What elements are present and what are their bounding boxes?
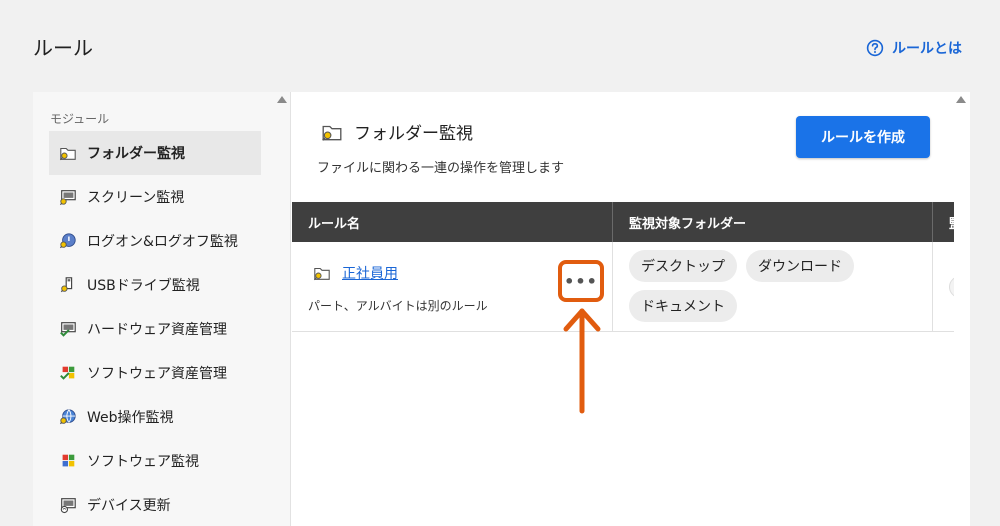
device-update-icon xyxy=(60,498,76,514)
sidebar-item-software-assets[interactable]: ソフトウェア資産管理 xyxy=(49,351,261,395)
sidebar-item-software-monitoring[interactable]: ソフトウェア監視 xyxy=(49,439,261,483)
usb-search-icon xyxy=(60,277,73,293)
main-panel: フォルダー監視 ファイルに関わる一連の操作を管理します ルールを作成 ルール名 … xyxy=(292,92,970,526)
help-circle-icon xyxy=(866,39,884,57)
web-search-icon xyxy=(59,409,76,425)
module-sidebar: モジュール フォルダー監視 スクリーン監視 ログオン&ログオフ監視 USBドライ… xyxy=(33,92,291,526)
module-list: フォルダー監視 スクリーン監視 ログオン&ログオフ監視 USBドライブ監視 ハー… xyxy=(49,131,261,526)
help-link[interactable]: ルールとは xyxy=(866,38,962,58)
annotation-arrow-icon xyxy=(563,308,601,414)
page-title: ルール xyxy=(33,36,93,60)
table-header: ルール名 監視対象フォルダー 監 xyxy=(292,202,954,242)
sidebar-item-label: USBドライブ監視 xyxy=(87,278,200,294)
sidebar-item-logon-monitoring[interactable]: ログオン&ログオフ監視 xyxy=(49,219,261,263)
section-header: フォルダー監視 xyxy=(320,119,473,144)
sidebar-item-screen-monitoring[interactable]: スクリーン監視 xyxy=(49,175,261,219)
sidebar-item-hardware-assets[interactable]: ハードウェア資産管理 xyxy=(49,307,261,351)
truncated-chip xyxy=(949,276,954,298)
software-search-icon xyxy=(62,454,75,467)
target-folders-cell: デスクトップ ダウンロード ドキュメント xyxy=(613,242,933,331)
sidebar-item-label: ログオン&ログオフ監視 xyxy=(87,234,238,250)
section-title: フォルダー監視 xyxy=(354,124,473,144)
more-dots-icon: ••• xyxy=(564,271,598,291)
sidebar-item-label: スクリーン監視 xyxy=(87,190,185,206)
hardware-check-icon xyxy=(60,322,76,337)
sidebar-item-label: ソフトウェア資産管理 xyxy=(87,366,227,382)
rule-note: パート、アルバイトは別のルール xyxy=(308,299,488,313)
scroll-up-icon[interactable] xyxy=(277,96,287,103)
module-section-label: モジュール xyxy=(50,112,110,126)
folder-chip: ダウンロード xyxy=(746,250,854,282)
sidebar-scrollbar[interactable] xyxy=(277,96,287,103)
software-check-icon xyxy=(60,366,75,380)
section-description: ファイルに関わる一連の操作を管理します xyxy=(317,161,565,176)
truncated-cell xyxy=(933,242,954,331)
rules-card: モジュール フォルダー監視 スクリーン監視 ログオン&ログオフ監視 USBドライ… xyxy=(33,92,970,526)
rule-name-link[interactable]: 正社員用 xyxy=(312,263,398,283)
screen-search-icon xyxy=(59,190,76,206)
sidebar-item-label: デバイス更新 xyxy=(87,498,171,514)
rules-table: ルール名 監視対象フォルダー 監 正社員用 パート、アルバイトは別のルール ••… xyxy=(292,202,954,346)
sidebar-item-folder-monitoring[interactable]: フォルダー監視 xyxy=(49,131,261,175)
sidebar-item-label: フォルダー監視 xyxy=(87,146,185,162)
folder-search-icon xyxy=(59,147,76,161)
sidebar-item-web-monitoring[interactable]: Web操作監視 xyxy=(49,395,261,439)
folder-chip: デスクトップ xyxy=(629,250,737,282)
help-link-label: ルールとは xyxy=(892,41,962,57)
folder-search-icon xyxy=(322,125,342,141)
rule-name-text: 正社員用 xyxy=(342,266,398,282)
scroll-up-icon[interactable] xyxy=(956,96,966,103)
sidebar-item-label: ハードウェア資産管理 xyxy=(87,322,227,338)
create-rule-button[interactable]: ルールを作成 xyxy=(796,116,930,158)
column-header-target-folders[interactable]: 監視対象フォルダー xyxy=(613,202,933,242)
logon-search-icon xyxy=(59,233,76,249)
column-header-truncated[interactable]: 監 xyxy=(933,202,954,242)
sidebar-item-device-update[interactable]: デバイス更新 xyxy=(49,483,261,526)
sidebar-item-label: Web操作監視 xyxy=(87,410,174,426)
sidebar-item-label: ソフトウェア監視 xyxy=(87,454,199,470)
folder-chip: ドキュメント xyxy=(629,290,737,322)
more-options-button[interactable]: ••• xyxy=(558,260,604,302)
folder-search-icon xyxy=(313,267,330,281)
column-header-rule-name[interactable]: ルール名 xyxy=(292,202,613,242)
sidebar-item-usb-monitoring[interactable]: USBドライブ監視 xyxy=(49,263,261,307)
table-row: 正社員用 パート、アルバイトは別のルール ••• デスクトップ ダウンロード ド… xyxy=(292,242,954,332)
